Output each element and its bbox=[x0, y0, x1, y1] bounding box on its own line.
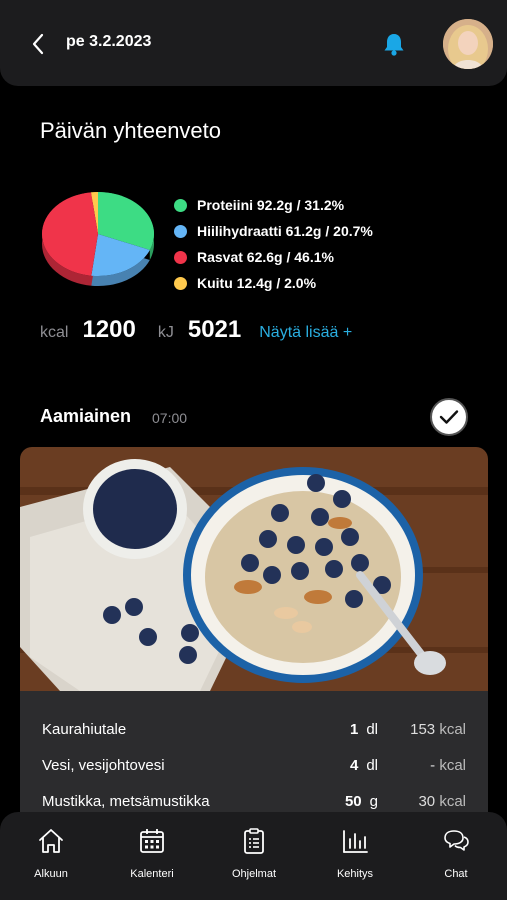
chevron-left-icon bbox=[32, 33, 44, 55]
macro-pie-chart bbox=[41, 192, 154, 286]
legend-label: Hiilihydraatti 61.2g / 20.7% bbox=[197, 223, 373, 239]
legend-dot bbox=[174, 276, 187, 290]
nav-label: Alkuun bbox=[34, 868, 68, 880]
nav-label: Kalenteri bbox=[130, 868, 174, 880]
nav-label: Chat bbox=[444, 868, 468, 880]
back-button[interactable] bbox=[24, 28, 52, 60]
meal-food-list: Kaurahiutale 1 dl 153 kcal Vesi, vesijoht… bbox=[20, 691, 488, 821]
amount-unit: dl bbox=[366, 757, 378, 774]
kcal-number: - bbox=[430, 757, 436, 774]
food-amount: 50 g bbox=[345, 793, 378, 810]
food-kcal: - kcal bbox=[430, 757, 466, 774]
notifications-button[interactable] bbox=[380, 30, 408, 58]
kcal-unit: kcal bbox=[439, 793, 466, 810]
kcal-unit: kcal bbox=[439, 721, 466, 738]
meal-photo bbox=[20, 447, 488, 691]
nav-label: Ohjelmat bbox=[231, 868, 277, 880]
kj-value: 5021 bbox=[187, 316, 242, 343]
legend-item-fiber: Kuitu 12.4g / 2.0% bbox=[174, 270, 373, 296]
kcal-unit: kcal bbox=[439, 757, 466, 774]
meal-time: 07:00 bbox=[152, 410, 188, 426]
nav-label: Kehitys bbox=[336, 868, 374, 880]
food-name: Mustikka, metsämustikka bbox=[42, 793, 210, 810]
nav-item-calendar[interactable]: Kalenteri bbox=[107, 826, 197, 892]
home-icon bbox=[39, 829, 63, 853]
nav-item-progress[interactable]: Kehitys bbox=[310, 826, 400, 892]
legend-dot bbox=[174, 224, 187, 238]
amount-value: 4 bbox=[349, 757, 359, 774]
top-bar: pe 3.2.2023 bbox=[0, 0, 507, 86]
chat-icon bbox=[444, 830, 469, 851]
clipboard-icon bbox=[244, 828, 264, 854]
kcal-value: 1200 bbox=[82, 316, 136, 343]
food-amount: 1 dl bbox=[350, 721, 378, 738]
legend-item-protein: Proteiini 92.2g / 31.2% bbox=[174, 192, 373, 218]
kcal-number: 153 bbox=[410, 721, 436, 738]
legend-label: Proteiini 92.2g / 31.2% bbox=[197, 197, 345, 213]
user-avatar[interactable] bbox=[443, 19, 493, 69]
energy-row: kcal 1200 kJ 5021 Näytä lisää + bbox=[40, 316, 352, 350]
show-more-link[interactable]: Näytä lisää + bbox=[259, 324, 352, 342]
meal-done-checkbox[interactable] bbox=[430, 398, 468, 436]
legend-dot bbox=[174, 250, 187, 264]
summary-title: Päivän yhteenveto bbox=[40, 118, 222, 143]
food-amount: 4 dl bbox=[350, 757, 378, 774]
legend-item-fat: Rasvat 62.6g / 46.1% bbox=[174, 244, 373, 270]
nav-item-chat[interactable]: Chat bbox=[411, 826, 501, 892]
meal-title: Aamiainen bbox=[40, 406, 132, 426]
kcal-label: kcal bbox=[40, 324, 69, 341]
legend-label: Kuitu 12.4g / 2.0% bbox=[197, 275, 317, 291]
macro-legend: Proteiini 92.2g / 31.2% Hiilihydraatti 6… bbox=[174, 192, 373, 296]
food-kcal: 30 kcal bbox=[418, 793, 466, 810]
food-row[interactable]: Kaurahiutale 1 dl 153 kcal bbox=[42, 713, 466, 749]
current-date: pe 3.2.2023 bbox=[66, 33, 152, 50]
kcal-number: 30 bbox=[418, 793, 436, 810]
food-kcal: 153 kcal bbox=[410, 721, 466, 738]
food-name: Vesi, vesijohtovesi bbox=[42, 757, 165, 774]
checkmark-icon bbox=[439, 410, 459, 424]
food-name: Kaurahiutale bbox=[42, 721, 127, 738]
calendar-icon bbox=[140, 829, 164, 853]
amount-value: 1 bbox=[349, 721, 359, 738]
nav-item-home[interactable]: Alkuun bbox=[6, 826, 96, 892]
bell-icon bbox=[384, 34, 404, 56]
legend-dot bbox=[174, 198, 187, 212]
legend-item-carbs: Hiilihydraatti 61.2g / 20.7% bbox=[174, 218, 373, 244]
bottom-navigation: Alkuun Kalenteri Ohjelmat Kehitys Chat bbox=[0, 812, 507, 900]
amount-value: 50 bbox=[344, 793, 362, 810]
kj-label: kJ bbox=[157, 324, 174, 341]
bar-chart-icon bbox=[343, 830, 368, 853]
nav-item-programs[interactable]: Ohjelmat bbox=[209, 826, 299, 892]
legend-label: Rasvat 62.6g / 46.1% bbox=[197, 249, 334, 265]
food-row[interactable]: Vesi, vesijohtovesi 4 dl - kcal bbox=[42, 749, 466, 785]
avatar-image bbox=[443, 19, 493, 69]
amount-unit: g bbox=[369, 793, 378, 810]
amount-unit: dl bbox=[366, 721, 378, 738]
